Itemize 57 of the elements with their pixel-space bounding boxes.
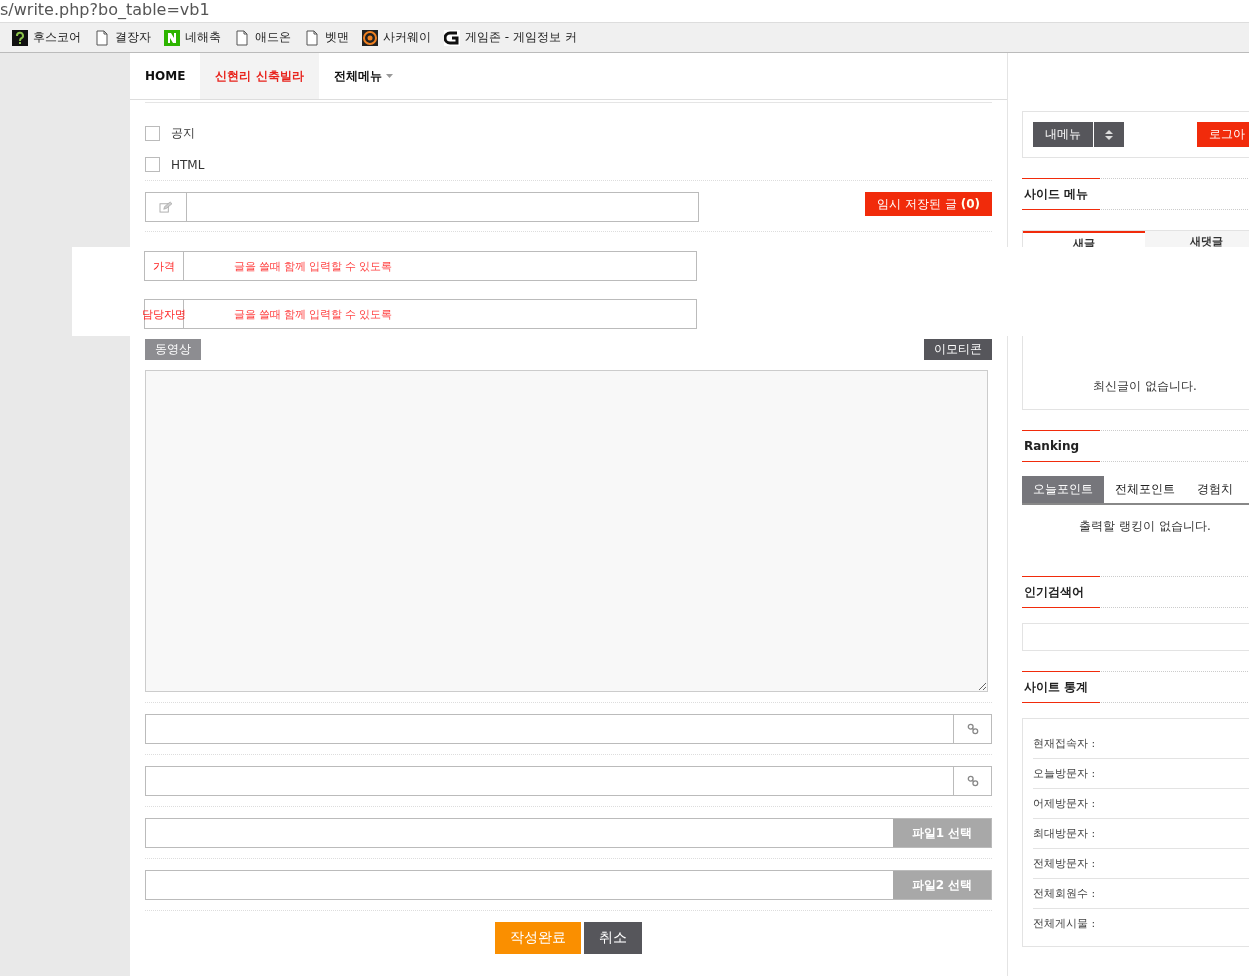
caret-icon bbox=[385, 74, 393, 78]
stat-label: 현재접속자 : bbox=[1033, 736, 1096, 751]
input-field[interactable]: 글을 쓸때 함께 입력할 수 있도록 bbox=[184, 251, 697, 281]
temp-saved-button[interactable]: 임시 저장된 글 (0) bbox=[865, 192, 992, 216]
link-field[interactable] bbox=[145, 766, 992, 796]
up-down-icon bbox=[1105, 129, 1113, 140]
stat-label: 전체게시물 : bbox=[1033, 916, 1096, 931]
page-icon bbox=[234, 29, 250, 46]
input-field[interactable]: 글을 쓸때 함께 입력할 수 있도록 bbox=[184, 299, 697, 329]
section-heading: 사이트 통계 bbox=[1022, 671, 1100, 703]
section-heading: 인기검색어 bbox=[1022, 576, 1100, 608]
stat-label: 최대방문자 : bbox=[1033, 826, 1096, 841]
stat-label: 전체방문자 : bbox=[1033, 856, 1096, 871]
section-heading: Ranking bbox=[1022, 430, 1100, 462]
sort-toggle-button[interactable] bbox=[1094, 122, 1124, 147]
subject-field[interactable] bbox=[145, 192, 699, 222]
tab[interactable]: 전체포인트 bbox=[1104, 476, 1186, 503]
page-icon bbox=[304, 29, 320, 46]
circle-logo-icon bbox=[362, 29, 378, 46]
content-textarea[interactable] bbox=[145, 370, 988, 692]
empty-message: 출력할 랭킹이 없습니다. bbox=[1078, 518, 1212, 535]
nav-menu-item[interactable]: 전체메뉴 bbox=[318, 53, 408, 99]
n-letter-icon bbox=[164, 29, 180, 46]
pencil-icon bbox=[159, 201, 173, 213]
checkbox-label: HTML bbox=[171, 157, 205, 172]
bookmark[interactable]: 사커웨이 bbox=[362, 29, 431, 46]
stat-label: 오늘방문자 : bbox=[1033, 766, 1096, 781]
tab[interactable]: 경험치 bbox=[1186, 476, 1244, 503]
emoticon-button[interactable]: 이모티콘 bbox=[924, 339, 992, 360]
field-label: 가격 bbox=[144, 251, 184, 281]
checkbox[interactable] bbox=[145, 126, 160, 141]
logout-button[interactable]: 로그아 bbox=[1197, 122, 1249, 147]
my-menu-button[interactable]: 내메뉴 bbox=[1033, 122, 1093, 147]
page-icon bbox=[94, 29, 110, 46]
tab[interactable]: 오늘포인트 bbox=[1022, 476, 1104, 503]
link-field[interactable] bbox=[145, 714, 992, 744]
nav-menu-item[interactable]: 신현리 신축빌라 bbox=[200, 53, 319, 99]
bookmark[interactable]: 네해축 bbox=[164, 29, 221, 46]
bookmark[interactable]: 애드온 bbox=[234, 29, 291, 46]
bookmark[interactable]: 벳맨 bbox=[304, 29, 349, 46]
bookmark[interactable]: 후스코어 bbox=[12, 29, 81, 46]
checkbox[interactable] bbox=[145, 157, 160, 172]
address-bar-url[interactable]: s/write.php?bo_table=vb1 bbox=[0, 0, 210, 19]
link-icon bbox=[966, 775, 979, 787]
cancel-button[interactable]: 취소 bbox=[584, 922, 642, 954]
checkbox-label: 공지 bbox=[171, 125, 195, 142]
bookmark[interactable]: 결장자 bbox=[94, 29, 151, 46]
empty-message: 최신글이 없습니다. bbox=[1092, 378, 1198, 395]
section-heading: 사이드 메뉴 bbox=[1022, 178, 1100, 210]
stat-label: 어제방문자 : bbox=[1033, 796, 1096, 811]
stat-label: 전체회원수 : bbox=[1033, 886, 1096, 901]
link-icon bbox=[966, 723, 979, 735]
nav-menu-item[interactable]: HOME bbox=[130, 53, 201, 99]
g-letter-icon bbox=[444, 29, 460, 46]
question-mark-icon bbox=[12, 29, 28, 46]
bookmark[interactable]: 게임존 - 게임정보 커 bbox=[444, 29, 577, 46]
field-label: 담당자명 bbox=[144, 299, 184, 329]
